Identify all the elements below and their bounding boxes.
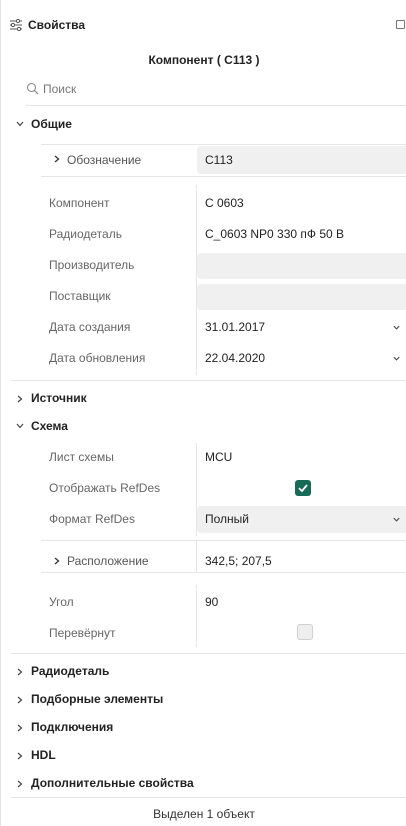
chevron-right-icon[interactable]	[52, 154, 62, 164]
manufacturer-label: Производитель	[49, 258, 135, 272]
group-general-header[interactable]: Общие	[31, 115, 72, 133]
sheet-label: Лист схемы	[49, 450, 114, 464]
component-value[interactable]: C 0603	[205, 194, 244, 212]
chevron-down-icon[interactable]	[15, 119, 25, 129]
chevron-right-icon[interactable]	[15, 394, 25, 404]
properties-panel: Свойства Компонент ( C113 ) Общие Обозна…	[0, 0, 406, 826]
group-source-header[interactable]: Источник	[31, 389, 87, 407]
created-value[interactable]: 31.01.2017	[205, 318, 265, 336]
chevron-right-icon[interactable]	[15, 723, 25, 733]
flipped-checkbox[interactable]	[297, 624, 313, 640]
show-refdes-label: Отображать RefDes	[49, 481, 161, 495]
updated-value[interactable]: 22.04.2020	[205, 349, 265, 367]
angle-label: Угол	[49, 595, 74, 609]
refdes-format-label: Формат RefDes	[49, 512, 135, 526]
location-label: Расположение	[67, 554, 149, 568]
group-schematic-header[interactable]: Схема	[31, 417, 68, 435]
supplier-label: Поставщик	[49, 289, 111, 303]
group-selection-elements-header[interactable]: Подборные элементы	[31, 690, 163, 708]
created-label: Дата создания	[49, 320, 131, 334]
group-part-header[interactable]: Радиодеталь	[31, 662, 109, 680]
show-refdes-checkbox[interactable]	[295, 480, 311, 496]
checkmark-icon	[298, 484, 308, 493]
divider	[11, 797, 406, 798]
chevron-right-icon[interactable]	[15, 751, 25, 761]
angle-value[interactable]: 90	[205, 593, 218, 611]
chevron-down-icon[interactable]	[392, 515, 401, 524]
panel-title: Свойства	[28, 18, 86, 32]
column-divider	[196, 541, 197, 572]
divider	[11, 653, 406, 654]
component-title: Компонент ( C113 )	[148, 53, 260, 67]
group-hdl-header[interactable]: HDL	[31, 746, 56, 764]
selection-status: Выделен 1 объект	[153, 807, 255, 821]
divider	[26, 105, 406, 106]
group-connections-header[interactable]: Подключения	[31, 718, 113, 736]
chevron-down-icon[interactable]	[392, 323, 401, 332]
manufacturer-field[interactable]	[197, 253, 406, 279]
panel-titlebar: Свойства	[1, 0, 406, 42]
component-label: Компонент	[49, 196, 110, 210]
chevron-right-icon[interactable]	[15, 779, 25, 789]
part-label: Радиодеталь	[49, 227, 122, 241]
chevron-right-icon[interactable]	[52, 556, 62, 566]
column-divider	[196, 185, 197, 375]
location-value[interactable]: 342,5; 207,5	[205, 552, 272, 570]
part-value[interactable]: C_0603 NP0 330 пФ 50 В	[205, 225, 344, 243]
search-input[interactable]	[43, 80, 343, 98]
chevron-right-icon[interactable]	[15, 667, 25, 677]
group-additional-props-header[interactable]: Дополнительные свойства	[31, 774, 194, 792]
refdes-format-value: Полный	[205, 512, 249, 526]
divider	[11, 380, 406, 381]
supplier-field[interactable]	[197, 284, 406, 310]
chevron-down-icon[interactable]	[15, 421, 25, 431]
sliders-icon	[9, 18, 23, 32]
flipped-label: Перевёрнут	[49, 626, 116, 640]
chevron-down-icon[interactable]	[392, 354, 401, 363]
chevron-right-icon[interactable]	[15, 695, 25, 705]
updated-label: Дата обновления	[49, 351, 146, 365]
square-icon[interactable]	[396, 20, 405, 29]
search-box	[26, 80, 406, 104]
search-icon	[26, 82, 39, 95]
column-divider	[196, 585, 197, 647]
sheet-value[interactable]: MCU	[205, 448, 232, 466]
designator-value: C113	[205, 153, 233, 167]
designator-label: Обозначение	[67, 153, 142, 167]
